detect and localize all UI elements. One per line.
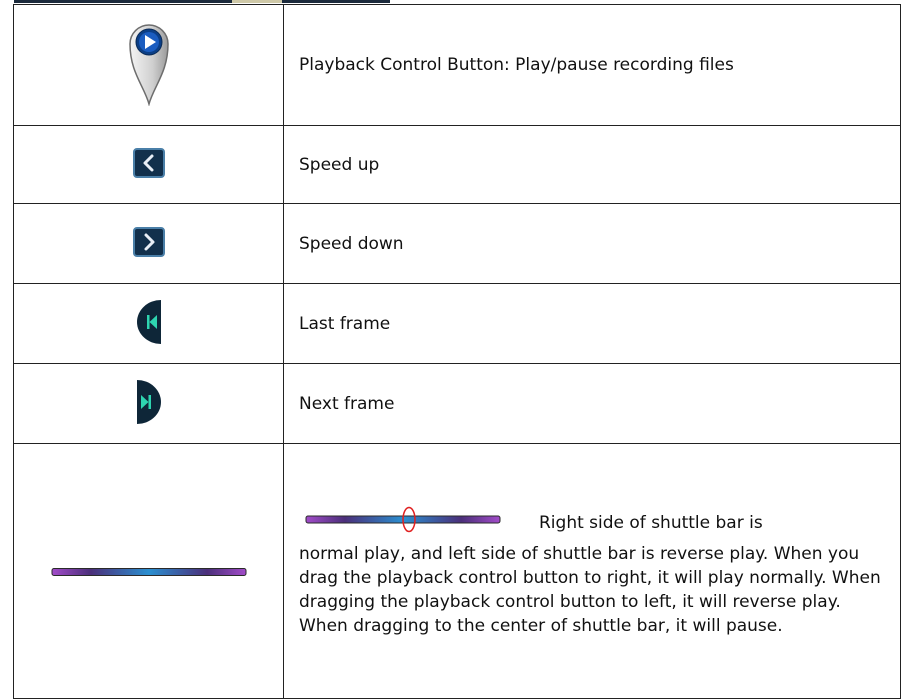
top-image-strip [14,0,390,3]
description-cell: Right side of shuttle bar is normal play… [283,443,901,699]
icon-cell [13,283,284,364]
play-pin-icon [128,20,170,110]
shuttle-bar-icon [51,562,247,581]
shuttle-first-line: Right side of shuttle bar is [299,505,890,542]
description-cell: Last frame [283,283,901,364]
table-row: Speed down [13,203,901,284]
icon-cell [13,363,284,444]
description-cell: Speed down [283,203,901,284]
feature-table: Playback Control Button: Play/pause reco… [13,4,901,699]
shuttle-description: normal play, and left side of shuttle ba… [299,543,881,636]
table-row: Playback Control Button: Play/pause reco… [13,4,901,126]
shuttle-bar-marker-icon [305,505,501,542]
icon-cell [13,203,284,284]
skip-forward-icon [136,379,162,429]
table-row: Speed up [13,125,901,204]
table-row: Last frame [13,283,901,364]
icon-cell [13,4,284,126]
description-cell: Speed up [283,125,901,204]
icon-cell [13,125,284,204]
chevron-left-icon [132,147,165,182]
icon-cell [13,443,284,699]
table-row: Next frame [13,363,901,444]
shuttle-first-line-text: Right side of shuttle bar is [539,513,763,533]
skip-back-icon [136,299,162,349]
chevron-right-icon [132,226,165,261]
description-cell: Playback Control Button: Play/pause reco… [283,4,901,126]
table-row: Right side of shuttle bar is normal play… [13,443,901,699]
description-cell: Next frame [283,363,901,444]
